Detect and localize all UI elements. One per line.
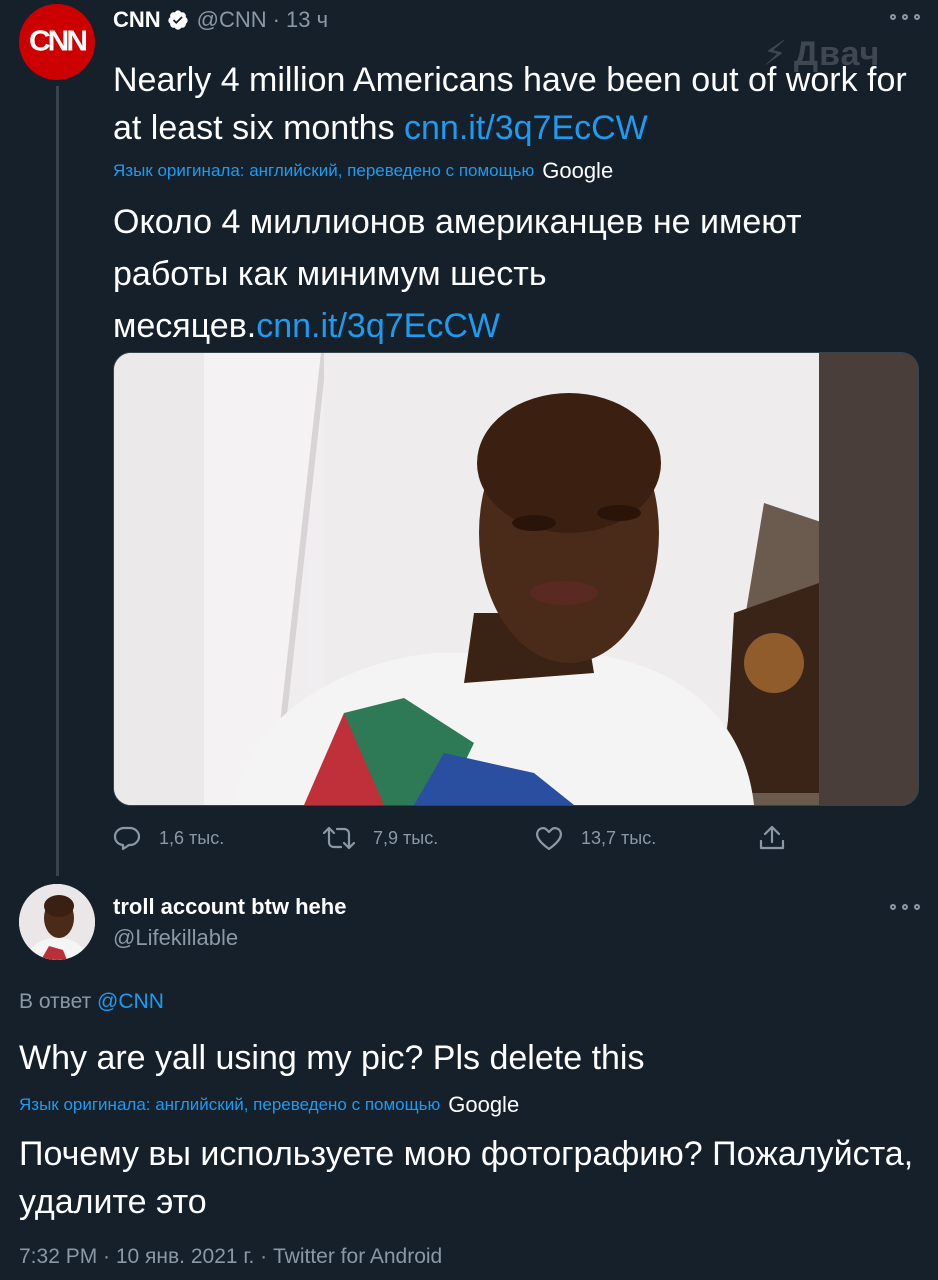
translation-link[interactable]: cnn.it/3q7EcCW — [256, 307, 500, 345]
replying-to-handle[interactable]: @CNN — [97, 990, 164, 1013]
reply-tweet-text: Why are yall using my pic? Pls delete th… — [19, 1039, 645, 1077]
verified-badge-icon — [168, 10, 188, 30]
tweet-photo[interactable] — [113, 352, 919, 806]
reply-handle[interactable]: @Lifekillable — [113, 925, 238, 951]
like-action[interactable]: 13,7 тыс. — [535, 818, 656, 858]
cnn-tweet-text: Nearly 4 million Americans have been out… — [113, 56, 923, 152]
share-action[interactable] — [758, 818, 804, 858]
retweet-icon — [323, 826, 355, 850]
reply-display-name[interactable]: troll account btw hehe — [113, 894, 346, 920]
heart-icon — [536, 827, 562, 851]
translation-notice-label: Язык оригинала: английский, переведено с… — [113, 161, 535, 180]
tweet-timestamp[interactable]: 13 ч — [286, 7, 328, 33]
like-count: 13,7 тыс. — [581, 827, 657, 848]
photo-illustration — [114, 353, 918, 805]
header-separator: · — [272, 7, 280, 32]
tweet-actions-bar: 1,6 тыс. 7,9 тыс. 13,7 тыс. — [113, 818, 793, 858]
retweet-count: 7,9 тыс. — [373, 827, 439, 848]
thread-connector-line — [56, 86, 59, 876]
translation-notice: Язык оригинала: английский, переведено с… — [113, 158, 613, 184]
cnn-tweet-translation: Около 4 миллионов американцев не имеют р… — [113, 196, 893, 352]
retweet-action[interactable]: 7,9 тыс. — [323, 818, 438, 858]
reply-tweet-translation: Почему вы используете мою фотографию? По… — [19, 1135, 914, 1221]
reply-translation-notice: Язык оригинала: английский, переведено с… — [19, 1092, 519, 1118]
reply-google-translate-logo[interactable]: Google — [448, 1092, 519, 1118]
cnn-tweet-header: CNN @CNN · 13 ч — [113, 5, 328, 35]
tweet-link[interactable]: cnn.it/3q7EcCW — [404, 109, 648, 147]
reply-user-avatar[interactable] — [19, 884, 95, 960]
reply-action[interactable]: 1,6 тыс. — [113, 818, 224, 858]
cnn-logo-text: CNN — [29, 25, 88, 58]
replying-to-line: В ответ @CNN — [19, 990, 164, 1014]
reply-more-options-icon[interactable] — [890, 902, 920, 912]
reply-count: 1,6 тыс. — [159, 827, 225, 848]
reply-translation-notice-label: Язык оригинала: английский, переведено с… — [19, 1095, 441, 1114]
cnn-handle[interactable]: @CNN — [197, 7, 267, 33]
share-icon — [759, 825, 785, 850]
reply-icon — [113, 826, 141, 851]
more-options-icon[interactable] — [890, 12, 920, 22]
google-translate-logo[interactable]: Google — [542, 158, 613, 184]
cnn-avatar[interactable]: CNN — [19, 4, 95, 80]
replying-to-label: В ответ — [19, 990, 92, 1013]
cnn-display-name[interactable]: CNN — [113, 7, 161, 33]
avatar-photo — [19, 884, 95, 960]
reply-tweet-footer[interactable]: 7:32 PM · 10 янв. 2021 г. · Twitter for … — [19, 1245, 442, 1269]
